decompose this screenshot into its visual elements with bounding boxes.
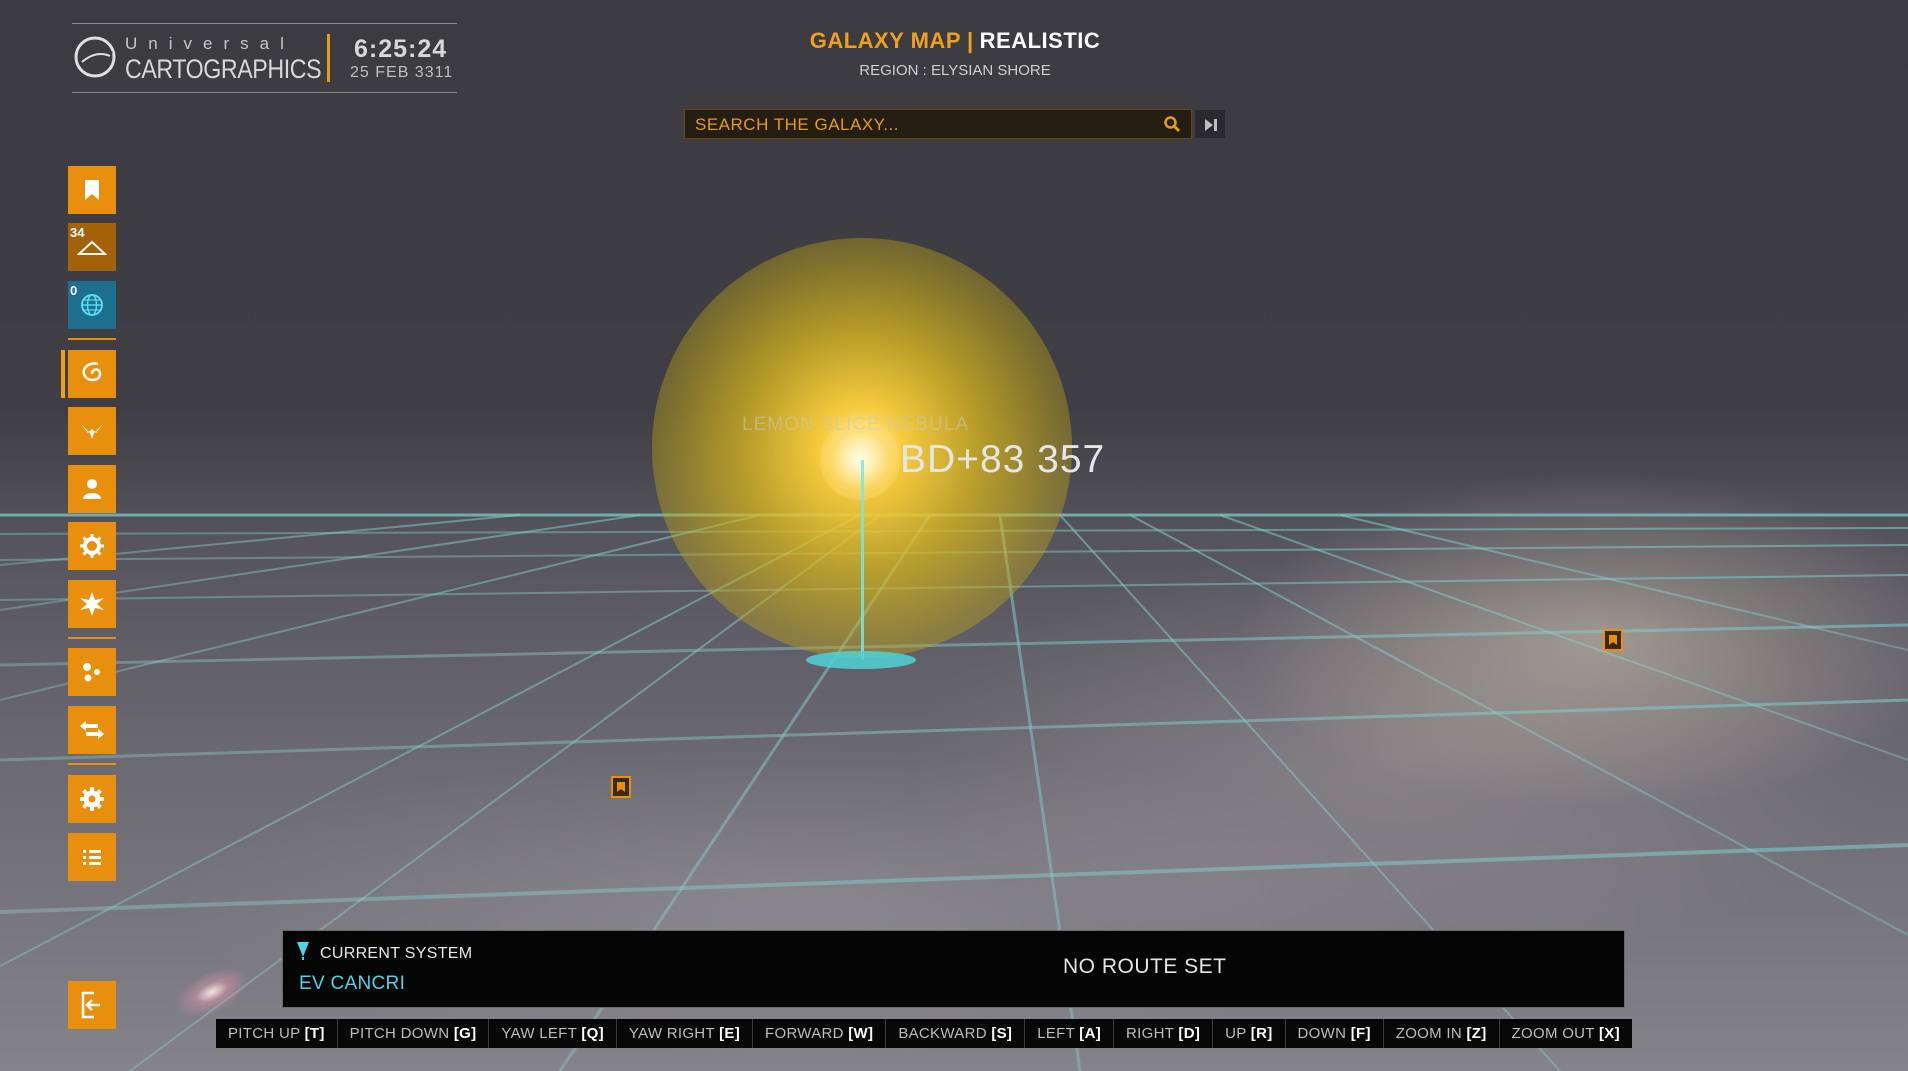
- control-left: LEFT [A]: [1025, 1019, 1115, 1048]
- clock-date: 25 FEB 3311: [350, 64, 454, 81]
- star-height-indicator: [861, 460, 864, 660]
- economy-filter-button[interactable]: [68, 522, 116, 570]
- systems-filter-button[interactable]: [68, 648, 116, 696]
- region-label: REGION : ELYSIAN SHORE: [859, 62, 1051, 79]
- route-status: NO ROUTE SET: [1063, 955, 1227, 978]
- title-map-mode[interactable]: REALISTIC: [980, 28, 1101, 53]
- powers-filter-button[interactable]: [68, 407, 116, 455]
- search-input[interactable]: [685, 110, 1157, 140]
- sidebar-active-indicator: [61, 350, 65, 398]
- bookmark-marker[interactable]: [1603, 629, 1623, 651]
- current-system-name[interactable]: EV CANCRI: [299, 973, 405, 995]
- current-system-label: CURRENT SYSTEM: [320, 945, 473, 962]
- page-title: GALAXY MAP | REALISTIC: [770, 28, 1140, 54]
- title-galaxy-map: GALAXY MAP: [809, 28, 961, 53]
- galaxy-search-box[interactable]: [684, 109, 1192, 140]
- galaxy-view-button[interactable]: [68, 350, 116, 398]
- sidebar-divider: [68, 763, 116, 765]
- control-yaw-right: YAW RIGHT [E]: [617, 1019, 754, 1048]
- routes-button[interactable]: [68, 706, 116, 754]
- exit-button[interactable]: [68, 981, 116, 1029]
- control-down: DOWN [F]: [1286, 1019, 1384, 1048]
- mountain-icon: [77, 240, 107, 255]
- nebula-label[interactable]: LEMON SLICE NEBULA: [742, 414, 969, 436]
- control-forward: FORWARD [W]: [753, 1019, 887, 1048]
- control-right: RIGHT [D]: [1114, 1019, 1214, 1048]
- bookmarks-button[interactable]: [68, 166, 116, 214]
- logo-main-text: CARTOGRAPHICS: [125, 54, 322, 84]
- person-icon: [83, 479, 101, 499]
- exploration-count: 0: [70, 283, 78, 298]
- title-separator: |: [967, 28, 974, 53]
- bookmark-marker[interactable]: [611, 776, 631, 798]
- location-pin-icon: [297, 942, 309, 960]
- factions-filter-button[interactable]: [68, 465, 116, 513]
- cartographics-logo-icon: [74, 36, 116, 78]
- settings-button[interactable]: [68, 775, 116, 823]
- current-system-panel: CURRENT SYSTEM EV CANCRI NO ROUTE SET: [282, 930, 1625, 1008]
- search-icon[interactable]: [1163, 115, 1181, 133]
- control-up: UP [R]: [1213, 1019, 1286, 1048]
- swap-arrows-icon: [80, 721, 104, 739]
- bookmark-icon: [1609, 635, 1617, 645]
- powerplay-wings-icon: [80, 423, 104, 439]
- controls-bar: PITCH UP [T] PITCH DOWN [G] YAW LEFT [Q]…: [216, 1019, 1632, 1048]
- clock-time: 6:25:24: [354, 35, 448, 63]
- sidebar-divider: [68, 338, 116, 340]
- galaxy-swirl-icon: [82, 362, 102, 382]
- control-pitch-down: PITCH DOWN [G]: [338, 1019, 490, 1048]
- allegiance-filter-button[interactable]: [68, 580, 116, 628]
- exit-icon: [81, 991, 100, 1019]
- bookmark-icon: [85, 180, 99, 200]
- control-zoom-out: ZOOM OUT [X]: [1511, 1025, 1620, 1042]
- logo-divider: [327, 34, 330, 82]
- control-backward: BACKWARD [S]: [886, 1019, 1026, 1048]
- bookmark-icon: [617, 782, 625, 792]
- tourist-count: 34: [70, 225, 85, 240]
- list-icon: [83, 850, 101, 865]
- universal-cartographics-header: Universal CARTOGRAPHICS 6:25:24 25 FEB 3…: [72, 23, 457, 93]
- star-burst-icon: [80, 592, 104, 616]
- sidebar-divider: [68, 637, 116, 639]
- cog-icon: [80, 534, 104, 558]
- control-zoom-in: ZOOM IN [Z]: [1384, 1019, 1500, 1048]
- gear-icon: [80, 787, 104, 811]
- skip-end-icon: [1205, 119, 1217, 131]
- skip-to-end-button[interactable]: [1194, 109, 1226, 139]
- selected-star-name[interactable]: BD+83 357: [900, 438, 1105, 482]
- tourist-beacons-button[interactable]: 34: [68, 223, 116, 271]
- control-pitch-up: PITCH UP [T]: [216, 1019, 338, 1048]
- page-title-block: GALAXY MAP | REALISTIC REGION : ELYSIAN SH…: [770, 28, 1140, 79]
- globe-icon: [81, 294, 103, 316]
- list-button[interactable]: [68, 833, 116, 881]
- exploration-button[interactable]: 0: [68, 281, 116, 329]
- logo-top-text: Universal: [125, 34, 295, 53]
- control-yaw-left: YAW LEFT [Q]: [489, 1019, 617, 1048]
- star-plane-marker: [806, 651, 916, 669]
- dots-cluster-icon: [83, 663, 100, 682]
